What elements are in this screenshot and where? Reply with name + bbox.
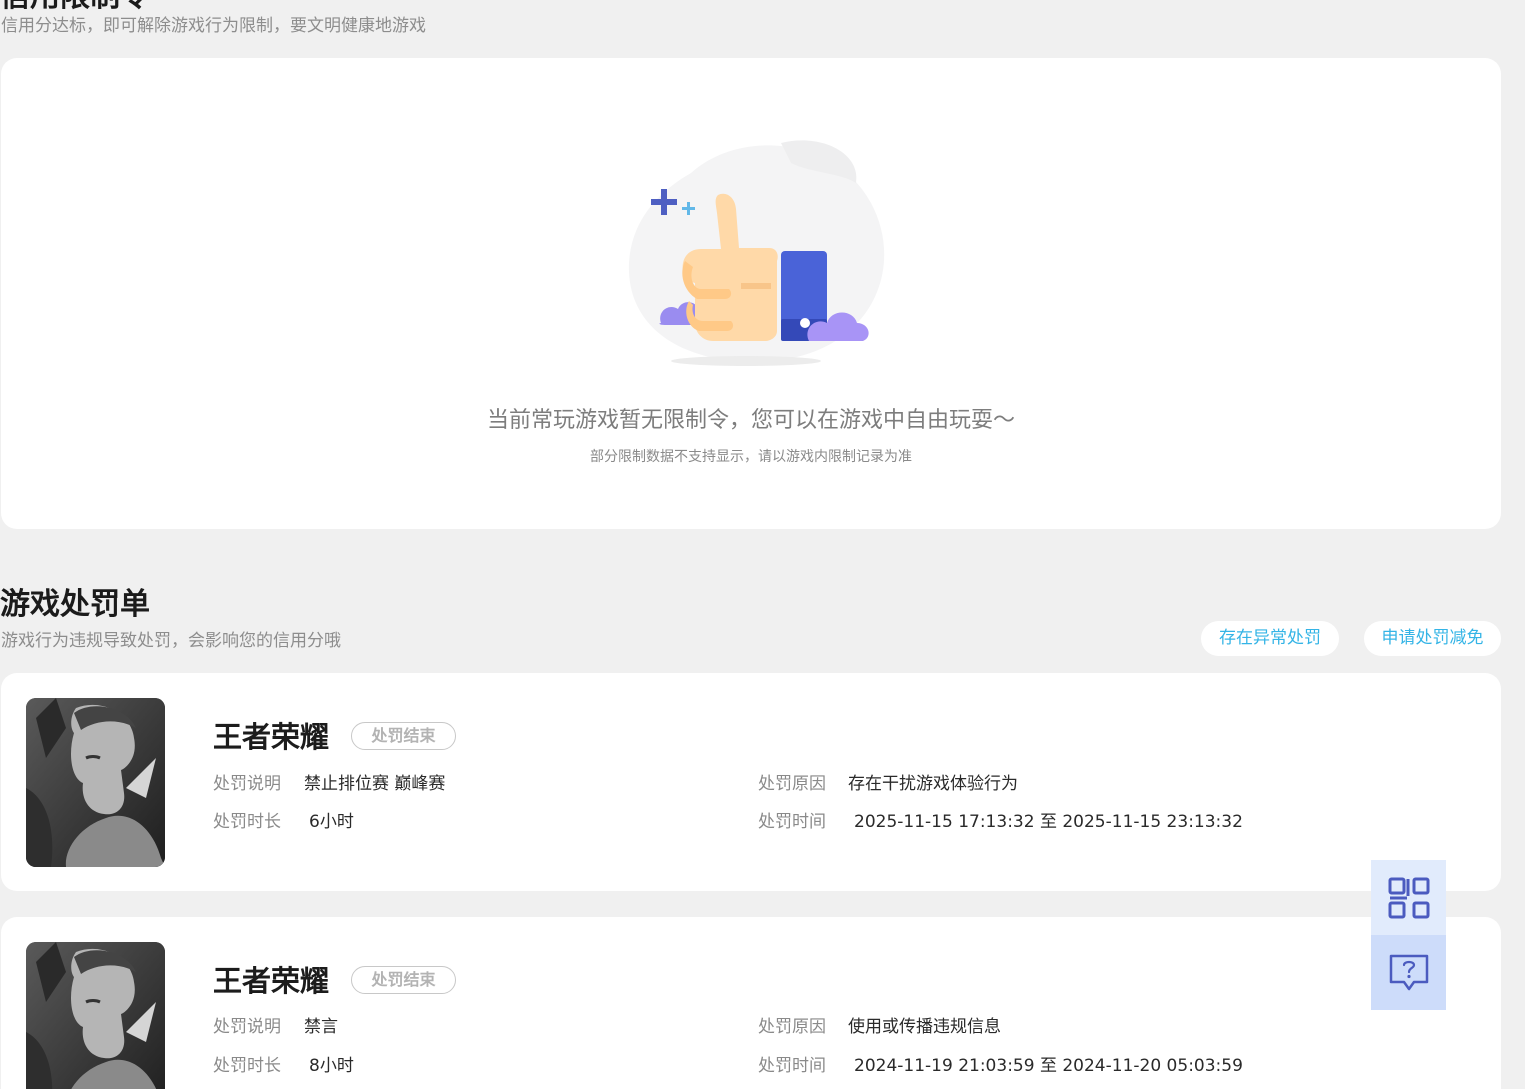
feedback-button[interactable] — [1371, 935, 1446, 1010]
credit-section-subtitle: 信用分达标，即可解除游戏行为限制，要文明健康地游戏 — [1, 16, 426, 36]
time-value: 2025-11-15 17:13:32 至 2025-11-15 23:13:3… — [854, 812, 1243, 832]
time-label: 处罚时间 — [758, 1056, 826, 1076]
description-value: 禁止排位赛 巅峰赛 — [304, 774, 446, 794]
empty-state-title: 当前常玩游戏暂无限制令，您可以在游戏中自由玩耍～ — [486, 408, 1015, 433]
description-value: 禁言 — [304, 1017, 338, 1037]
description-label: 处罚说明 — [213, 774, 281, 794]
description-label: 处罚说明 — [213, 1017, 281, 1037]
duration-label: 处罚时长 — [213, 1056, 281, 1076]
reason-value: 使用或传播违规信息 — [848, 1017, 1001, 1037]
reason-label: 处罚原因 — [758, 774, 826, 794]
thumbs-up-illustration — [628, 140, 885, 366]
duration-label: 处罚时长 — [213, 812, 281, 832]
duration-value: 6小时 — [309, 812, 354, 832]
abnormal-penalty-button[interactable]: 存在异常处罚 — [1201, 621, 1339, 656]
game-hero-avatar — [26, 942, 165, 1089]
penalty-section-subtitle: 游戏行为违规导致处罚，会影响您的信用分哦 — [1, 631, 341, 651]
qr-code-button[interactable] — [1371, 860, 1446, 935]
penalty-card: 王者荣耀 处罚结束 处罚说明 禁言 处罚原因 使用或传播违规信息 处罚时长 8小… — [1, 917, 1501, 1089]
duration-value: 8小时 — [309, 1056, 354, 1076]
credit-page: 信用限制令 信用分达标，即可解除游戏行为限制，要文明健康地游戏 当前常玩游戏暂无 — [0, 0, 1525, 1089]
restriction-empty-card: 当前常玩游戏暂无限制令，您可以在游戏中自由玩耍～ 部分限制数据不支持显示，请以游… — [1, 58, 1501, 529]
status-badge: 处罚结束 — [351, 966, 456, 994]
reason-label: 处罚原因 — [758, 1017, 826, 1037]
appeal-penalty-button[interactable]: 申请处罚减免 — [1364, 621, 1501, 656]
game-name: 王者荣耀 — [213, 964, 330, 998]
time-value: 2024-11-19 21:03:59 至 2024-11-20 05:03:5… — [854, 1056, 1243, 1076]
status-badge: 处罚结束 — [351, 722, 456, 750]
reason-value: 存在干扰游戏体验行为 — [848, 774, 1018, 794]
empty-state-note: 部分限制数据不支持显示，请以游戏内限制记录为准 — [590, 449, 912, 465]
floating-toolbar — [1371, 860, 1446, 1010]
penalty-card: 王者荣耀 处罚结束 处罚说明 禁止排位赛 巅峰赛 处罚原因 存在干扰游戏体验行为… — [1, 673, 1501, 891]
feedback-question-icon — [1389, 954, 1428, 990]
game-hero-avatar — [26, 698, 165, 867]
penalty-section-title: 游戏处罚单 — [0, 587, 150, 622]
time-label: 处罚时间 — [758, 812, 826, 832]
qr-code-icon — [1388, 877, 1429, 918]
game-name: 王者荣耀 — [213, 720, 330, 754]
